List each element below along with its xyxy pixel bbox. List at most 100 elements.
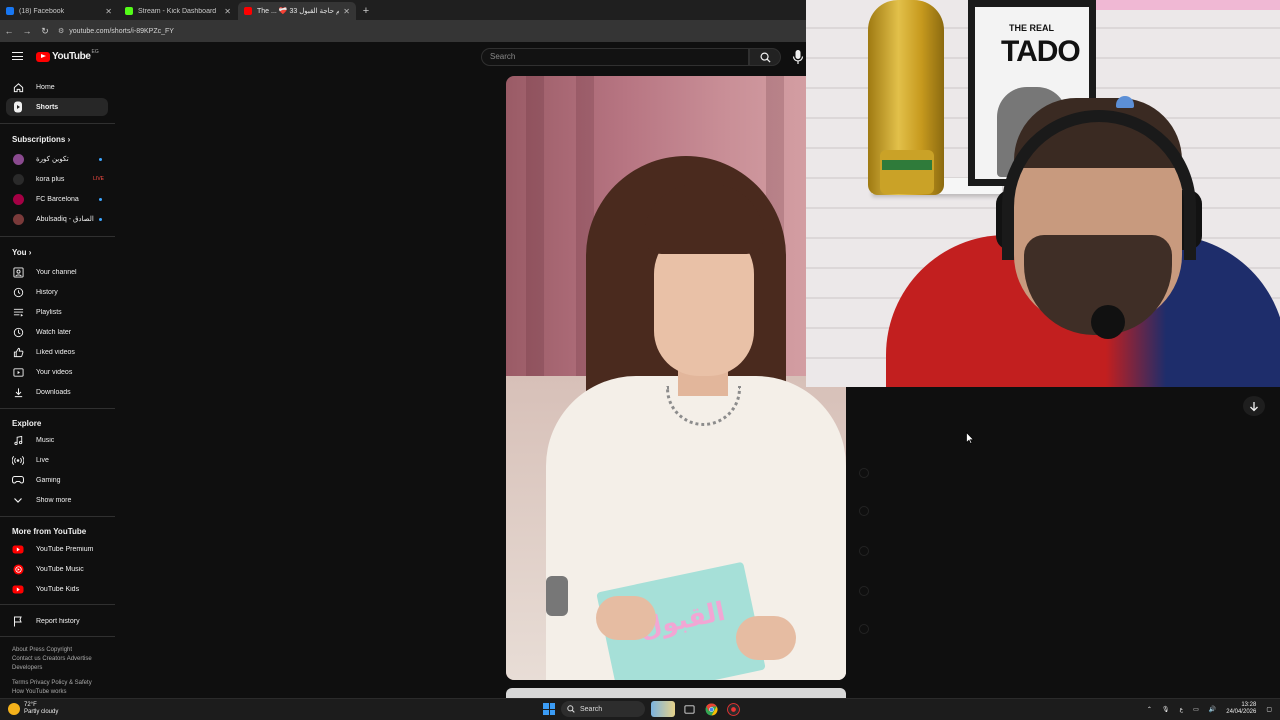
remix-icon[interactable] [859,624,869,634]
microphone-icon[interactable]: 🎙 [1162,706,1170,713]
footer-link-row[interactable]: How YouTube works [12,688,92,697]
close-icon[interactable]: ✕ [224,7,231,16]
footer-link-row[interactable]: Terms Privacy Policy & Safety [12,679,92,688]
like-icon[interactable] [859,468,869,478]
subscriptions-heading[interactable]: Subscriptions › [12,135,70,144]
notifications-icon[interactable]: ▢ [1266,706,1272,713]
sidebar-item-subscription[interactable]: تكوين كورة [6,150,108,168]
new-content-dot [99,217,102,221]
sidebar-item-youtube-music[interactable]: YouTube Music [6,560,108,578]
mouse-cursor-icon [966,432,974,444]
youtube-logo[interactable]: YouTube EG [36,49,99,62]
sidebar-item-downloads[interactable]: Downloads [6,383,108,401]
footer-link-row[interactable]: About Press Copyright [12,646,92,655]
taskbar-search[interactable]: Search [561,701,645,717]
channel-icon [12,266,24,278]
curtain-fold [526,76,544,396]
new-tab-button[interactable]: + [357,2,375,20]
next-short-preview[interactable] [506,688,846,698]
sidebar-item-watch-later[interactable]: Watch later [6,323,108,341]
footer-links: About Press Copyright Contact us Creator… [12,646,92,697]
divider [0,123,115,124]
you-heading[interactable]: You › [12,248,31,257]
volume-icon[interactable]: 🔊 [1209,706,1216,713]
clock-date: 24/04/2026 [1226,709,1257,715]
avatar [12,213,24,225]
new-content-dot [99,197,102,201]
tab-kick-dashboard[interactable]: Stream - Kick Dashboard ✕ [119,2,237,20]
hand [736,616,796,660]
input-language[interactable]: ع [1180,706,1184,713]
sidebar-item-subscription[interactable]: FC Barcelona [6,190,108,208]
search-button[interactable] [749,48,781,66]
live-badge: LIVE [93,176,104,182]
hand [596,596,656,640]
sidebar-item-playlists[interactable]: Playlists [6,303,108,321]
sidebar-item-music[interactable]: Music [6,431,108,449]
menu-icon[interactable] [12,52,23,60]
comments-icon[interactable] [859,546,869,556]
chevron-down-icon [12,494,24,506]
next-short-button[interactable] [1243,396,1265,416]
footer-link-row[interactable]: Developers [12,664,92,673]
watch-later-icon [12,326,24,338]
task-view-icon[interactable] [681,701,697,717]
facebook-icon [6,7,14,15]
chevron-right-icon: › [28,248,32,257]
sidebar-item-shorts[interactable]: Shorts [6,98,108,116]
forward-icon[interactable]: → [18,26,36,36]
sidebar-item-your-channel[interactable]: Your channel [6,263,108,281]
gaming-icon [12,474,24,486]
taskbar-search-label: Search [580,705,603,713]
sidebar-item-your-videos[interactable]: Your videos [6,363,108,381]
share-icon[interactable] [859,586,869,596]
sidebar-item-live[interactable]: Live [6,451,108,469]
sidebar-item-subscription[interactable]: Abulsadiq - الصادق [6,210,108,228]
more-from-youtube-heading: More from YouTube [12,527,87,536]
reload-icon[interactable]: ↻ [36,26,54,37]
obs-icon[interactable] [725,701,741,717]
clock[interactable]: 13:28 24/04/2026 [1226,702,1256,716]
sidebar-item-subscription[interactable]: kora plus LIVE [6,170,108,188]
back-icon[interactable]: ← [0,26,18,36]
site-info-icon[interactable]: ⚙ [58,27,64,35]
sidebar-item-home[interactable]: Home [6,78,108,96]
sidebar-item-report-history[interactable]: Report history [6,612,108,630]
browser-tab-bar: (18) Facebook ✕ Stream - Kick Dashboard … [0,0,806,20]
divider [0,236,115,237]
sidebar-item-youtube-premium[interactable]: YouTube Premium [6,540,108,558]
chrome-icon[interactable] [703,701,719,717]
tab-title: (18) Facebook [19,7,65,15]
country-code: EG [91,49,99,55]
sidebar-item-youtube-kids[interactable]: YouTube Kids [6,580,108,598]
network-icon[interactable]: ▭ [1193,706,1199,713]
sidebar-item-history[interactable]: History [6,283,108,301]
clock-time: 13:28 [1241,702,1257,708]
search-input[interactable]: Search [481,48,749,66]
dislike-icon[interactable] [859,506,869,516]
like-icon [12,346,24,358]
microphone-icon[interactable] [791,49,805,65]
chevron-up-icon[interactable]: ⌃ [1147,706,1152,713]
windows-taskbar: 72°F Partly cloudy Search ⌃ 🎙 ع ▭ 🔊 13:2… [0,698,1280,720]
windows-start-icon[interactable] [543,703,555,715]
avatar [12,193,24,205]
close-icon[interactable]: ✕ [105,7,112,16]
sidebar-item-liked-videos[interactable]: Liked videos [6,343,108,361]
sidebar-item-show-more[interactable]: Show more [6,491,108,509]
taskbar-apps: Search [543,701,741,717]
tab-facebook[interactable]: (18) Facebook ✕ [0,2,118,20]
shorts-video-player[interactable]: القبول [506,76,846,680]
youtube-premium-icon [12,543,24,555]
url-text: youtube.com/shorts/i-89KPZc_FY [69,27,174,35]
live-icon [12,454,24,466]
logo-text: YouTube [52,51,91,62]
tab-youtube-short[interactable]: The ... ❤️‍🩹 33 اهم حاجة القبول ✕ [238,2,356,20]
close-icon[interactable]: ✕ [343,7,350,16]
url-field[interactable]: ⚙ youtube.com/shorts/i-89KPZc_FY [58,27,174,36]
weather-widget[interactable]: 72°F Partly cloudy [8,702,58,716]
sidebar-item-gaming[interactable]: Gaming [6,471,108,489]
widgets-icon[interactable] [651,701,675,717]
avatar [12,173,24,185]
footer-link-row[interactable]: Contact us Creators Advertise [12,655,92,664]
